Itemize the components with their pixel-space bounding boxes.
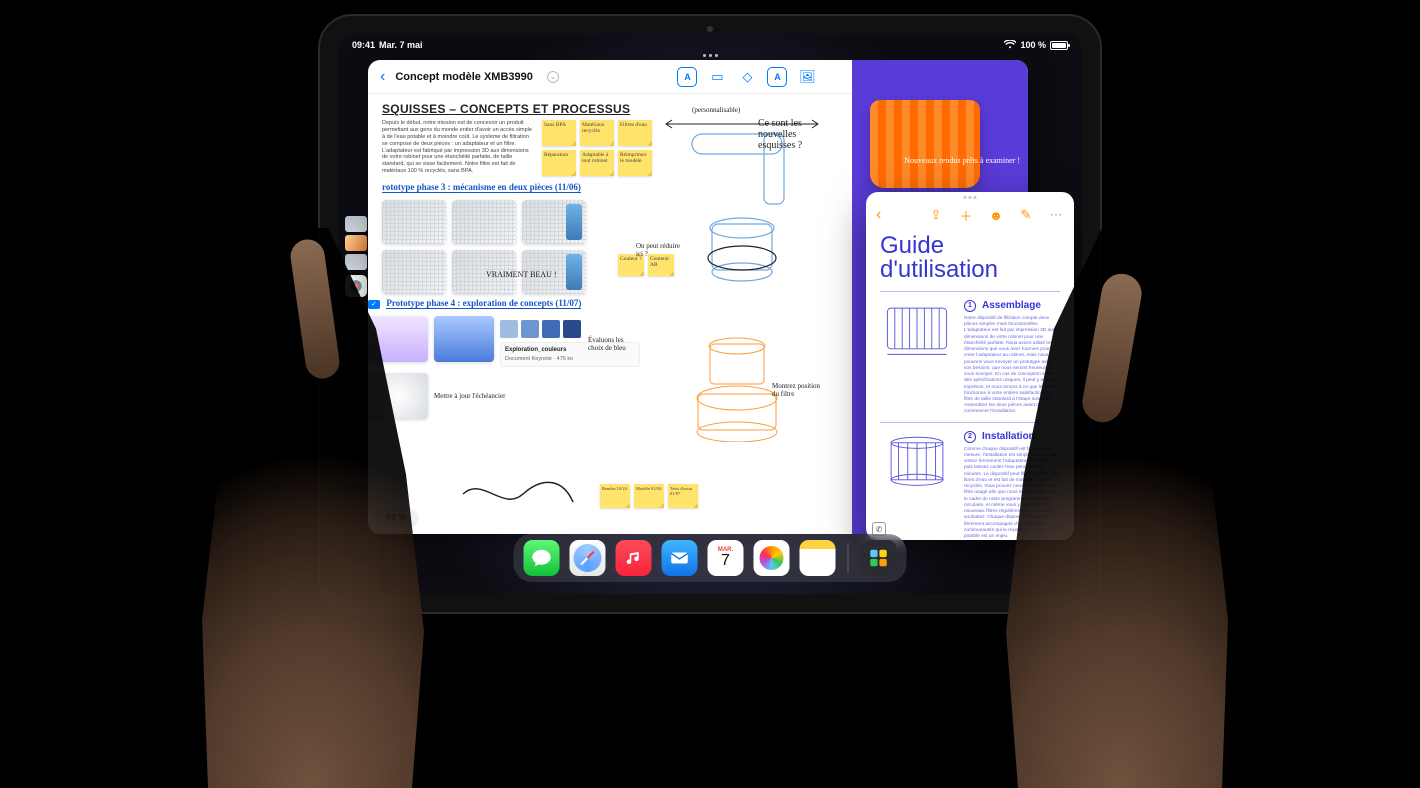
step-text: Comme chaque dispositif est fabriqué sur… — [964, 447, 1060, 540]
markup-tool-icon[interactable]: A — [677, 67, 697, 87]
multitasking-handle[interactable] — [697, 54, 723, 58]
step-title: Assemblage — [982, 300, 1041, 311]
messages-app-icon[interactable] — [524, 540, 560, 576]
sticky-note[interactable]: Adaptable à tout robinet — [580, 150, 614, 176]
handwritten-montrez: Montrez position du filtre — [772, 382, 827, 398]
pin-icon[interactable]: ✎ — [1018, 207, 1034, 223]
sticky-note[interactable]: Filtres d'eau — [618, 120, 652, 146]
step-number: 1 — [964, 300, 976, 312]
sticky-note[interactable]: Réparation — [542, 150, 576, 176]
music-app-icon[interactable] — [616, 540, 652, 576]
document-title[interactable]: Concept modèle XMB3990 — [395, 71, 533, 83]
guide-title: Guide d'utilisation — [866, 230, 1074, 291]
photo-thumb[interactable] — [345, 254, 367, 270]
thumbnail[interactable] — [452, 200, 516, 244]
photos-app-icon[interactable] — [345, 275, 367, 297]
sketch-column: (personnalisable) — [652, 102, 842, 534]
file-meta: Document Keynote · 476 ko — [505, 356, 635, 362]
render-image — [870, 100, 980, 188]
swatch[interactable] — [500, 320, 518, 338]
ipad-screen: 09:41 Mar. 7 mai 100 % — [338, 34, 1082, 594]
filter-sketch — [672, 128, 822, 328]
squiggle-drawing — [458, 474, 578, 514]
sticky-note[interactable]: Sans BPA — [542, 120, 576, 146]
calendar-app-icon[interactable]: MAR. 7 — [708, 540, 744, 576]
thumbnail[interactable] — [368, 373, 428, 419]
photo-thumb[interactable] — [345, 235, 367, 251]
notes-app-icon[interactable] — [800, 540, 836, 576]
more-icon[interactable]: ⋯ — [1048, 207, 1064, 223]
handwritten-evaluons: Évaluons les choix de bleu — [588, 336, 638, 352]
text-tool-icon[interactable]: A — [767, 67, 787, 87]
handwritten-purple-note: Nouveaux rendus prêts à examiner ! — [904, 156, 1020, 165]
guide-back-button[interactable]: ‹ — [876, 206, 881, 224]
thumbnail[interactable] — [382, 250, 446, 294]
app-library-icon[interactable] — [861, 540, 897, 576]
title-dropdown-icon[interactable]: ⌄ — [547, 71, 559, 83]
safari-app-icon[interactable] — [570, 540, 606, 576]
mail-app-icon[interactable] — [662, 540, 698, 576]
share-icon[interactable]: ⇪ — [928, 207, 944, 223]
intro-paragraph: Depuis le début, notre mission est de co… — [382, 120, 532, 176]
photos-app-icon[interactable] — [754, 540, 790, 576]
thumbnail[interactable] — [382, 200, 446, 244]
guide-slideover-window[interactable]: ‹ ⇪ ＋ ☻ ✎ ⋯ Guide d'utilisation — [866, 192, 1074, 540]
zoom-badge[interactable]: 63 % — [376, 508, 417, 526]
handwritten-question: Ce sont les nouvelles esquisses ? — [758, 118, 828, 151]
step-title: Installation — [982, 431, 1035, 442]
thumbnail[interactable] — [522, 200, 586, 244]
status-date: Mar. 7 mai — [379, 40, 423, 50]
sticky-tool-icon[interactable]: ▭ — [707, 67, 727, 87]
dock-separator — [848, 543, 849, 573]
photo-thumb[interactable] — [345, 216, 367, 232]
add-icon[interactable]: ＋ — [958, 207, 974, 223]
media-tool-icon[interactable]: 🖼 — [797, 67, 817, 87]
battery-percent: 100 % — [1020, 40, 1046, 50]
swatch[interactable] — [563, 320, 581, 338]
shape-tool-icon[interactable]: ◇ — [737, 67, 757, 87]
step-number: 2 — [964, 431, 976, 443]
assemblage-diagram — [880, 300, 954, 368]
back-button[interactable]: ‹ — [380, 68, 385, 86]
swatch[interactable] — [521, 320, 539, 338]
checkbox-icon[interactable]: ✓ — [368, 300, 380, 309]
tag-icon[interactable]: ☻ — [988, 207, 1004, 223]
calendar-day: 7 — [721, 553, 730, 569]
thumbnail[interactable] — [368, 316, 428, 362]
phase4-title: Prototype phase 4 : exploration de conce… — [386, 298, 581, 309]
step-text: Notre dispositif de filtration compte de… — [964, 316, 1060, 416]
dock: MAR. 7 — [514, 534, 907, 582]
installation-diagram — [880, 431, 954, 499]
ipad-device: 09:41 Mar. 7 mai 100 % — [318, 14, 1102, 614]
handwritten-reduce: On peut réduire ici ? — [636, 242, 682, 258]
status-bar: 09:41 Mar. 7 mai 100 % — [338, 37, 1082, 53]
color-swatches — [500, 320, 586, 338]
battery-icon — [1050, 41, 1068, 50]
phase3-title: rototype phase 3 : mécanisme en deux piè… — [382, 182, 581, 193]
slideover-handle[interactable] — [964, 196, 977, 199]
swatch[interactable] — [542, 320, 560, 338]
status-time: 09:41 — [352, 40, 375, 50]
photos-sidebar[interactable] — [342, 216, 370, 297]
guide-section: 1 Assemblage Notre dispositif de filtrati… — [880, 291, 1060, 422]
sticky-note[interactable]: Matériaux recyclés — [580, 120, 614, 146]
guide-section: 2 Installation Comme chaque dispositif es… — [880, 422, 1060, 540]
thumbnail[interactable] — [434, 316, 494, 362]
sticky-note[interactable]: Réimprimer le modèle — [618, 150, 652, 176]
handwritten-personnalisable: (personnalisable) — [692, 106, 740, 114]
handwritten-mettre: Mettre à jour l'échéancier — [434, 392, 505, 400]
sticky-note[interactable]: Rendus 10/24 — [600, 484, 630, 508]
guide-toolbar: ‹ ⇪ ＋ ☻ ✎ ⋯ — [866, 200, 1074, 230]
wifi-icon — [1004, 40, 1016, 51]
handwritten-beau: VRAIMENT BEAU ! — [486, 270, 557, 279]
